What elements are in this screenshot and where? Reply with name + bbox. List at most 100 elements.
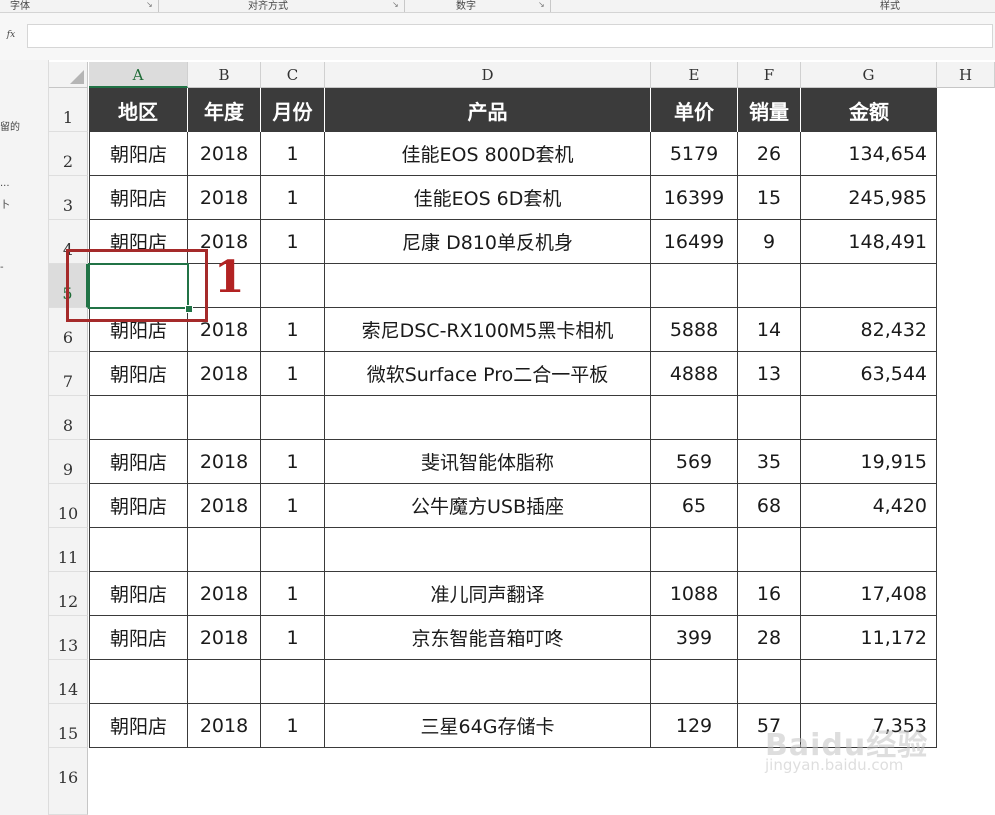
table-cell[interactable] — [325, 264, 651, 308]
table-cell[interactable]: 569 — [651, 440, 738, 484]
table-cell[interactable]: 三星64G存储卡 — [325, 704, 651, 748]
alignment-dialog-launcher-icon[interactable]: ↘ — [392, 0, 399, 9]
table-cell[interactable]: 1 — [261, 308, 325, 352]
table-cell[interactable] — [261, 396, 325, 440]
column-header-g[interactable]: G — [801, 62, 937, 88]
table-cell[interactable] — [801, 660, 937, 704]
row-header-12[interactable]: 12 — [49, 572, 88, 616]
table-cell[interactable] — [738, 660, 801, 704]
table-cell[interactable]: 朝阳店 — [89, 484, 188, 528]
table-cell[interactable] — [738, 396, 801, 440]
table-cell[interactable]: 11,172 — [801, 616, 937, 660]
table-cell[interactable] — [188, 396, 261, 440]
table-cell[interactable]: 1 — [261, 616, 325, 660]
font-dialog-launcher-icon[interactable]: ↘ — [146, 0, 153, 9]
table-header-cell[interactable]: 产品 — [325, 88, 651, 132]
table-cell[interactable] — [801, 264, 937, 308]
table-cell[interactable] — [89, 396, 188, 440]
column-header-f[interactable]: F — [738, 62, 801, 88]
table-cell[interactable]: 1 — [261, 220, 325, 264]
insert-function-icon[interactable]: fx — [0, 24, 22, 46]
table-cell[interactable]: 2018 — [188, 572, 261, 616]
table-cell[interactable]: 2018 — [188, 352, 261, 396]
row-header-11[interactable]: 11 — [49, 528, 88, 572]
table-cell[interactable]: 2018 — [188, 132, 261, 176]
row-header-16[interactable]: 16 — [49, 748, 88, 815]
table-cell[interactable] — [325, 396, 651, 440]
table-cell[interactable] — [651, 396, 738, 440]
table-cell[interactable]: 5179 — [651, 132, 738, 176]
table-header-cell[interactable]: 销量 — [738, 88, 801, 132]
column-header-a[interactable]: A — [89, 62, 188, 88]
table-cell[interactable]: 148,491 — [801, 220, 937, 264]
table-cell[interactable]: 准儿同声翻译 — [325, 572, 651, 616]
table-cell[interactable] — [89, 528, 188, 572]
row-header-3[interactable]: 3 — [49, 176, 88, 220]
table-cell[interactable] — [261, 660, 325, 704]
table-header-cell[interactable]: 金额 — [801, 88, 937, 132]
column-header-d[interactable]: D — [325, 62, 651, 88]
table-cell[interactable]: 微软Surface Pro二合一平板 — [325, 352, 651, 396]
table-cell[interactable]: 28 — [738, 616, 801, 660]
table-cell[interactable]: 16499 — [651, 220, 738, 264]
table-header-cell[interactable]: 地区 — [89, 88, 188, 132]
table-cell[interactable]: 15 — [738, 176, 801, 220]
row-header-8[interactable]: 8 — [49, 396, 88, 440]
table-cell[interactable]: 134,654 — [801, 132, 937, 176]
table-cell[interactable]: 129 — [651, 704, 738, 748]
row-header-15[interactable]: 15 — [49, 704, 88, 748]
formula-input[interactable] — [27, 24, 993, 48]
table-cell[interactable]: 1 — [261, 572, 325, 616]
column-header-e[interactable]: E — [651, 62, 738, 88]
table-cell[interactable]: 245,985 — [801, 176, 937, 220]
table-cell[interactable]: 1 — [261, 484, 325, 528]
table-cell[interactable] — [261, 264, 325, 308]
table-cell[interactable]: 17,408 — [801, 572, 937, 616]
table-cell[interactable] — [651, 660, 738, 704]
table-cell[interactable]: 朝阳店 — [89, 440, 188, 484]
table-cell[interactable]: 朝阳店 — [89, 132, 188, 176]
table-cell[interactable]: 399 — [651, 616, 738, 660]
table-cell[interactable]: 4,420 — [801, 484, 937, 528]
table-cell[interactable] — [801, 528, 937, 572]
table-cell[interactable]: 2018 — [188, 440, 261, 484]
row-header-10[interactable]: 10 — [49, 484, 88, 528]
table-cell[interactable] — [738, 264, 801, 308]
table-cell[interactable]: 14 — [738, 308, 801, 352]
table-cell[interactable]: 佳能EOS 800D套机 — [325, 132, 651, 176]
table-cell[interactable]: 68 — [738, 484, 801, 528]
table-cell[interactable]: 1 — [261, 440, 325, 484]
table-cell[interactable]: 斐讯智能体脂称 — [325, 440, 651, 484]
row-header-1[interactable]: 1 — [49, 88, 88, 132]
table-cell[interactable]: 朝阳店 — [89, 176, 188, 220]
column-header-c[interactable]: C — [261, 62, 325, 88]
table-cell[interactable]: 19,915 — [801, 440, 937, 484]
table-cell[interactable] — [188, 528, 261, 572]
table-cell[interactable]: 索尼DSC-RX100M5黑卡相机 — [325, 308, 651, 352]
table-header-cell[interactable]: 单价 — [651, 88, 738, 132]
table-cell[interactable] — [188, 660, 261, 704]
table-cell[interactable] — [738, 528, 801, 572]
row-header-9[interactable]: 9 — [49, 440, 88, 484]
table-cell[interactable]: 16 — [738, 572, 801, 616]
table-header-cell[interactable]: 月份 — [261, 88, 325, 132]
table-cell[interactable]: 1088 — [651, 572, 738, 616]
table-cell[interactable] — [261, 528, 325, 572]
number-dialog-launcher-icon[interactable]: ↘ — [538, 0, 545, 9]
table-cell[interactable]: 82,432 — [801, 308, 937, 352]
table-cell[interactable]: 公牛魔方USB插座 — [325, 484, 651, 528]
row-header-13[interactable]: 13 — [49, 616, 88, 660]
table-cell[interactable]: 4888 — [651, 352, 738, 396]
table-cell[interactable]: 2018 — [188, 484, 261, 528]
table-cell[interactable] — [325, 528, 651, 572]
table-cell[interactable] — [651, 264, 738, 308]
table-cell[interactable]: 1 — [261, 704, 325, 748]
table-cell[interactable]: 1 — [261, 352, 325, 396]
table-cell[interactable]: 朝阳店 — [89, 704, 188, 748]
column-header-b[interactable]: B — [188, 62, 261, 88]
table-cell[interactable]: 16399 — [651, 176, 738, 220]
table-cell[interactable]: 京东智能音箱叮咚 — [325, 616, 651, 660]
table-cell[interactable]: 1 — [261, 176, 325, 220]
row-header-14[interactable]: 14 — [49, 660, 88, 704]
table-cell[interactable]: 朝阳店 — [89, 616, 188, 660]
